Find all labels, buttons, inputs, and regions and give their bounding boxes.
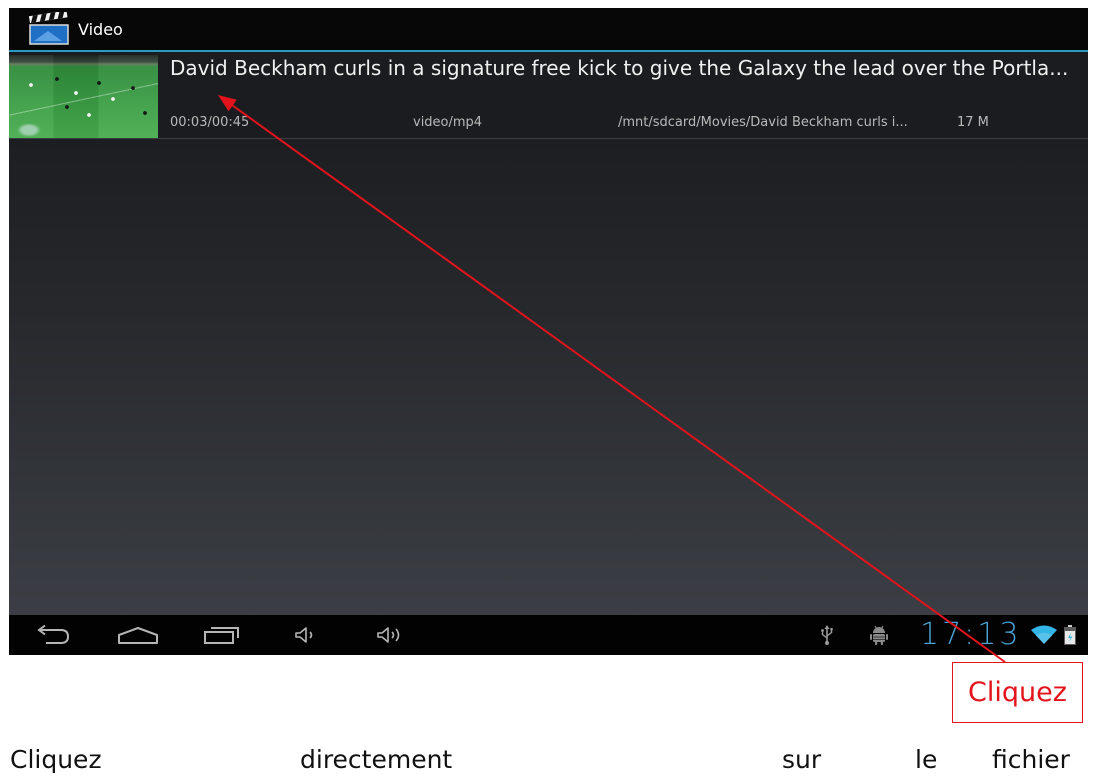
instruction-word: le: [915, 745, 938, 774]
video-file-size: 17 M: [957, 115, 989, 130]
usb-icon: [820, 624, 834, 646]
instruction-text: Cliquez directement sur le fichier: [0, 745, 1096, 775]
instruction-word: Cliquez: [10, 745, 102, 774]
annotation-label: Cliquez: [968, 676, 1067, 708]
clapperboard-icon[interactable]: [27, 10, 71, 46]
video-mime-type: video/mp4: [413, 115, 483, 130]
volume-up-button[interactable]: [374, 615, 408, 655]
instruction-word: fichier: [992, 745, 1070, 774]
tablet-screen: Video David Beckham curls in a signature…: [9, 8, 1088, 655]
volume-down-icon: [295, 627, 313, 643]
annotation-callout: Cliquez: [952, 662, 1083, 723]
video-file-path: /mnt/sdcard/Movies/David Beckham curls i…: [618, 115, 908, 130]
recent-apps-icon: [204, 627, 239, 644]
action-bar: Video: [9, 8, 1088, 50]
navigation-bar: 17:13: [9, 615, 1088, 655]
usb-debugging-icon: [869, 624, 889, 646]
battery-icon: [1063, 624, 1077, 646]
wifi-icon: [1030, 624, 1058, 646]
volume-up-icon: [377, 627, 400, 643]
status-clock: 17:13: [920, 617, 1022, 652]
recent-apps-button[interactable]: [202, 615, 242, 655]
home-icon: [118, 627, 158, 644]
video-thumbnail[interactable]: [9, 55, 158, 138]
video-title: David Beckham curls in a signature free …: [170, 56, 1069, 80]
volume-down-button[interactable]: [292, 615, 320, 655]
app-title: Video: [78, 20, 123, 39]
status-area[interactable]: 17:13: [809, 615, 1088, 655]
back-button[interactable]: [33, 615, 73, 655]
video-list-item[interactable]: David Beckham curls in a signature free …: [9, 52, 1088, 139]
empty-list-area: [9, 139, 1088, 615]
back-icon: [37, 624, 70, 644]
video-duration: 00:03/00:45: [170, 115, 250, 130]
home-button[interactable]: [115, 615, 161, 655]
instruction-word: sur: [782, 745, 822, 774]
instruction-word: directement: [300, 745, 453, 774]
